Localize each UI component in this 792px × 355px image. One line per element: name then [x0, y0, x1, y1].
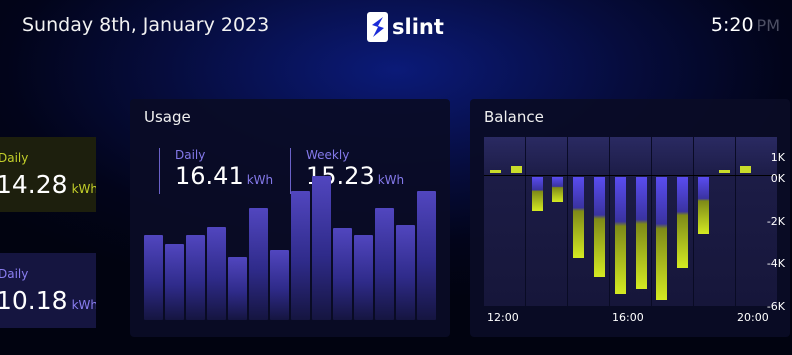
date-label: Sunday 8th, January 2023: [22, 14, 270, 36]
x-tick-label: 12:00: [487, 311, 519, 324]
slint-logo-icon: [367, 12, 388, 42]
balance-bar: [594, 177, 605, 277]
balance-bar: [635, 177, 647, 290]
stat-number: 16.41: [175, 162, 244, 190]
tile-value-number: 10.18: [0, 286, 68, 315]
tile-value-number: 14.28: [0, 170, 68, 199]
stat-unit: kWh: [246, 173, 274, 187]
x-tick-label: 20:00: [737, 311, 769, 324]
y-tick-label: 0K: [770, 172, 785, 185]
daily-tile-purple[interactable]: Daily 10.18 kWh: [0, 253, 96, 328]
balance-bar: [490, 169, 501, 173]
balance-column: [484, 137, 525, 306]
balance-bar: [656, 177, 668, 300]
usage-bar: [333, 228, 352, 320]
daily-stat: Daily 16.41 kWh: [159, 148, 273, 194]
logo-text: slint: [392, 15, 444, 39]
balance-bar: [531, 177, 543, 211]
balance-column: [526, 137, 567, 306]
tile-label: Daily: [0, 267, 29, 281]
usage-bar: [396, 224, 415, 320]
usage-bar: [186, 235, 205, 320]
usage-bar: [375, 207, 394, 320]
usage-bar: [291, 190, 310, 320]
stat-label: Weekly: [306, 148, 350, 162]
clock: 5:20 PM: [711, 14, 780, 36]
clock-ampm: PM: [756, 16, 780, 35]
usage-bar: [165, 243, 184, 320]
balance-bar: [552, 177, 564, 203]
balance-panel[interactable]: Balance 1K 0K -2K -4K -6K 12:00 16:00 20:00: [470, 99, 790, 337]
x-tick-label: 16:00: [612, 311, 644, 324]
tile-unit: kWh: [71, 182, 96, 196]
balance-bar: [698, 177, 709, 235]
y-tick-label: 1K: [770, 151, 785, 164]
usage-bar: [270, 250, 289, 320]
weekly-stat: Weekly 15.23 kWh: [290, 148, 404, 194]
daily-tile-yellow[interactable]: Daily 14.28 kWh: [0, 137, 96, 212]
balance-bar: [677, 177, 689, 269]
slint-logo: slint: [367, 12, 444, 42]
usage-title: Usage: [144, 108, 191, 126]
usage-bar: [354, 235, 373, 320]
tile-unit: kWh: [71, 298, 96, 312]
tile-value: 14.28 kWh: [0, 170, 96, 199]
tile-value: 10.18 kWh: [0, 286, 96, 315]
y-tick-label: -4K: [766, 257, 785, 270]
y-tick-label: -2K: [766, 215, 785, 228]
zero-line: [484, 175, 778, 176]
balance-bar: [718, 169, 730, 173]
usage-panel[interactable]: Usage Daily 16.41 kWh Weekly 15.23 kWh: [130, 99, 450, 337]
balance-bar: [510, 165, 522, 173]
clock-time: 5:20: [710, 14, 754, 36]
balance-bar: [614, 177, 626, 294]
usage-bar: [249, 207, 268, 320]
usage-bar: [312, 175, 331, 320]
stat-value: 16.41 kWh: [175, 162, 273, 190]
balance-title: Balance: [484, 108, 544, 126]
stat-label: Daily: [175, 148, 206, 162]
balance-bar: [573, 177, 585, 258]
usage-bar: [417, 190, 436, 320]
stat-unit: kWh: [377, 173, 405, 187]
tile-label: Daily: [0, 151, 29, 165]
usage-bar: [228, 257, 247, 320]
usage-bar: [144, 235, 163, 320]
usage-bar: [207, 226, 226, 320]
